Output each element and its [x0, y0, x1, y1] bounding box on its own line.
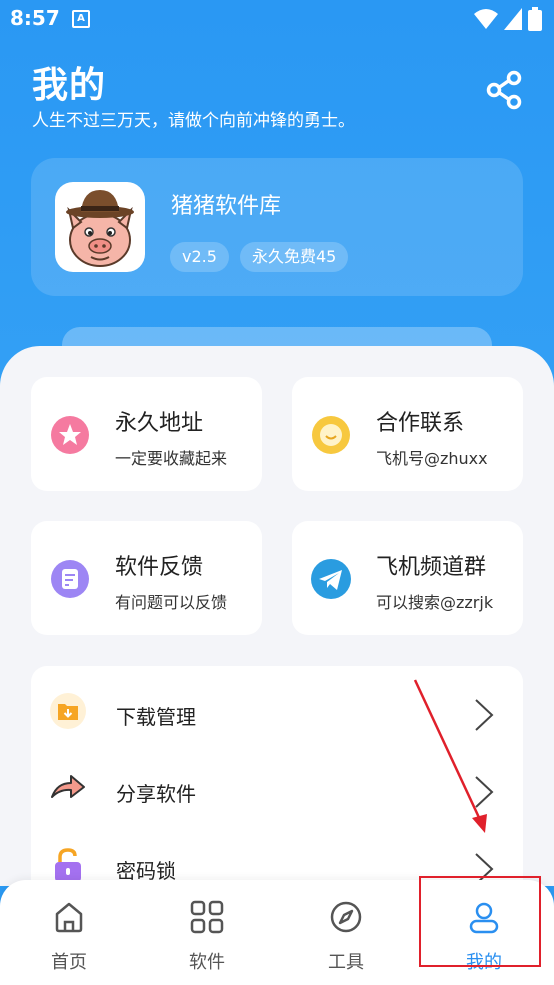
- version-badge: v2.5: [170, 242, 229, 272]
- nav-label: 首页: [51, 952, 87, 973]
- notification-icon: A: [72, 10, 90, 28]
- battery-icon: [528, 7, 542, 31]
- nav-tools[interactable]: 工具: [277, 880, 415, 985]
- status-bar: 8:57 A: [0, 0, 554, 36]
- telegram-icon: [311, 559, 351, 599]
- home-icon: [55, 902, 83, 933]
- card-label: 软件反馈: [115, 555, 204, 580]
- cellular-signal-icon: [504, 8, 522, 30]
- nav-software[interactable]: 软件: [138, 880, 276, 985]
- share-icon[interactable]: [486, 70, 524, 110]
- list-item-label: 下载管理: [116, 705, 196, 729]
- list-item-label: 分享软件: [116, 782, 196, 806]
- card-label: 永久地址: [115, 411, 204, 436]
- card-telegram-group[interactable]: 飞机频道群 可以搜索@zzrjk: [292, 521, 523, 635]
- nav-home[interactable]: 首页: [0, 880, 138, 985]
- license-badge: 永久免费45: [240, 242, 349, 272]
- status-time: 8:57: [10, 6, 60, 30]
- card-contact[interactable]: 合作联系 飞机号@zhuxx: [292, 377, 523, 491]
- card-desc: 有问题可以反馈: [115, 593, 228, 612]
- app-info-card: 猪猪软件库 v2.5 永久免费45: [31, 158, 523, 296]
- card-label: 飞机频道群: [376, 555, 487, 580]
- wifi-icon: [474, 9, 498, 29]
- lock-icon: [55, 848, 81, 882]
- card-desc: 可以搜索@zzrjk: [376, 593, 494, 612]
- app-name: 猪猪软件库: [171, 194, 282, 219]
- page-subtitle: 人生不过三万天，请做个向前冲锋的勇士。: [32, 111, 355, 131]
- share-arrow-icon: [51, 775, 85, 798]
- grid-icon: [190, 900, 224, 934]
- star-icon: [51, 416, 89, 454]
- annotation-highlight-box: [419, 876, 541, 967]
- compass-icon: [330, 901, 362, 933]
- card-desc: 一定要收藏起来: [115, 449, 228, 468]
- feedback-icon: [51, 560, 89, 598]
- chat-bubble-icon: [312, 416, 350, 454]
- page-title: 我的: [32, 65, 107, 106]
- card-permanent-address[interactable]: 永久地址 一定要收藏起来: [31, 377, 262, 491]
- app-logo: [55, 182, 145, 272]
- download-folder-icon: [50, 693, 86, 729]
- nav-label: 软件: [189, 952, 225, 973]
- card-desc: 飞机号@zhuxx: [376, 449, 488, 468]
- system-icons: [474, 7, 542, 31]
- pig-mascot-icon: [66, 190, 134, 267]
- annotation-arrow: [413, 679, 487, 833]
- card-label: 合作联系: [376, 411, 465, 436]
- card-feedback[interactable]: 软件反馈 有问题可以反馈: [31, 521, 262, 635]
- nav-label: 工具: [328, 952, 364, 973]
